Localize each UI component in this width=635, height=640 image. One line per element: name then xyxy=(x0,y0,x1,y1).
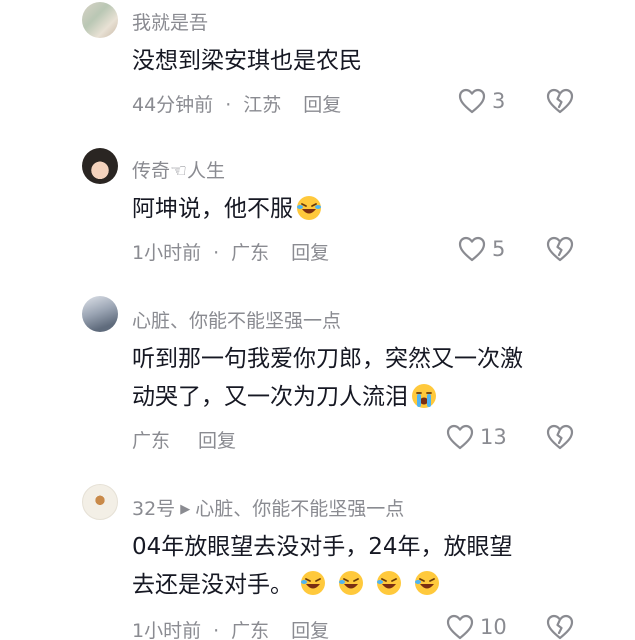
comment-time: 1小时前 xyxy=(132,620,202,640)
crying-emoji-icon xyxy=(410,383,438,421)
comment-time: 1小时前 xyxy=(132,242,202,264)
grinning-emoji-icon xyxy=(295,569,331,609)
comment-meta: 广东 回复 xyxy=(132,426,236,453)
like-button[interactable]: 13 xyxy=(446,424,507,450)
like-count: 13 xyxy=(480,425,507,449)
reply-button[interactable]: 回复 xyxy=(291,242,329,264)
meta-separator: · xyxy=(213,242,220,264)
heart-icon xyxy=(458,88,486,114)
like-button[interactable]: 5 xyxy=(458,236,505,262)
reply-target[interactable]: 心脏、你能不能坚强一点 xyxy=(195,498,404,520)
broken-heart-icon xyxy=(546,424,574,450)
avatar[interactable] xyxy=(82,148,118,184)
comment-text-line-2: 去还是没对手。 xyxy=(132,566,602,609)
comment-location: 广东 xyxy=(231,242,270,264)
reply-button[interactable]: 回复 xyxy=(198,430,236,452)
comment-nickname[interactable]: 传奇☜人生 xyxy=(132,156,225,183)
comment-meta: 44分钟前 · 江苏 回复 xyxy=(132,90,341,117)
reply-arrow-icon: ▶ xyxy=(180,502,191,517)
comment-nickname: 32号 ▶ 心脏、你能不能坚强一点 xyxy=(132,494,404,521)
avatar[interactable] xyxy=(82,484,118,520)
comment-text-line-body: 动哭了，又一次为刀人流泪 xyxy=(132,384,408,410)
dislike-button[interactable] xyxy=(546,88,574,118)
heart-icon xyxy=(446,614,474,640)
avatar[interactable] xyxy=(82,296,118,332)
comment-location: 江苏 xyxy=(243,94,282,116)
grinning-emoji-icon xyxy=(409,569,445,609)
dislike-button[interactable] xyxy=(546,424,574,454)
comment-text: 04年放眼望去没对手，24年，放眼望 去还是没对手。 xyxy=(132,528,602,609)
comment-time: 44分钟前 xyxy=(132,94,214,116)
comment-location: 广东 xyxy=(132,430,171,452)
comment-nickname[interactable]: 我就是吾 xyxy=(132,8,208,35)
comment-text: 阿坤说，他不服 xyxy=(132,190,602,233)
comment-text: 没想到梁安琪也是农民 xyxy=(132,42,602,80)
comment-text-line-body: 去还是没对手。 xyxy=(132,572,293,598)
comment-nickname[interactable]: 心脏、你能不能坚强一点 xyxy=(132,306,341,333)
reply-button[interactable]: 回复 xyxy=(303,94,341,116)
dislike-button[interactable] xyxy=(546,236,574,266)
like-button[interactable]: 10 xyxy=(446,614,507,640)
comment-text-line: 听到那一句我爱你刀郎，突然又一次激 xyxy=(132,346,523,372)
like-count: 10 xyxy=(480,615,507,639)
grinning-emoji-icon xyxy=(333,569,369,609)
like-count: 5 xyxy=(492,237,506,261)
reply-button[interactable]: 回复 xyxy=(291,620,329,640)
like-button[interactable]: 3 xyxy=(458,88,505,114)
heart-icon xyxy=(458,236,486,262)
heart-icon xyxy=(446,424,474,450)
comment-text-line-2: 动哭了，又一次为刀人流泪 xyxy=(132,378,602,421)
comment-meta: 1小时前 · 广东 回复 xyxy=(132,238,329,265)
comment-meta: 1小时前 · 广东 回复 xyxy=(132,616,329,640)
meta-separator: · xyxy=(213,620,220,640)
meta-separator: · xyxy=(225,94,232,116)
broken-heart-icon xyxy=(546,614,574,640)
laughing-emoji-icon xyxy=(295,195,323,233)
grinning-emoji-icon xyxy=(371,569,407,609)
broken-heart-icon xyxy=(546,88,574,114)
dislike-button[interactable] xyxy=(546,614,574,640)
like-count: 3 xyxy=(492,89,506,113)
comment-location: 广东 xyxy=(231,620,270,640)
comment-text: 听到那一句我爱你刀郎，突然又一次激 动哭了，又一次为刀人流泪 xyxy=(132,340,602,421)
avatar[interactable] xyxy=(82,2,118,38)
comment-text-body: 没想到梁安琪也是农民 xyxy=(132,48,362,74)
broken-heart-icon xyxy=(546,236,574,262)
reply-author[interactable]: 32号 xyxy=(132,498,175,520)
comment-text-line: 04年放眼望去没对手，24年，放眼望 xyxy=(132,534,513,560)
comment-text-body: 阿坤说，他不服 xyxy=(132,196,293,222)
